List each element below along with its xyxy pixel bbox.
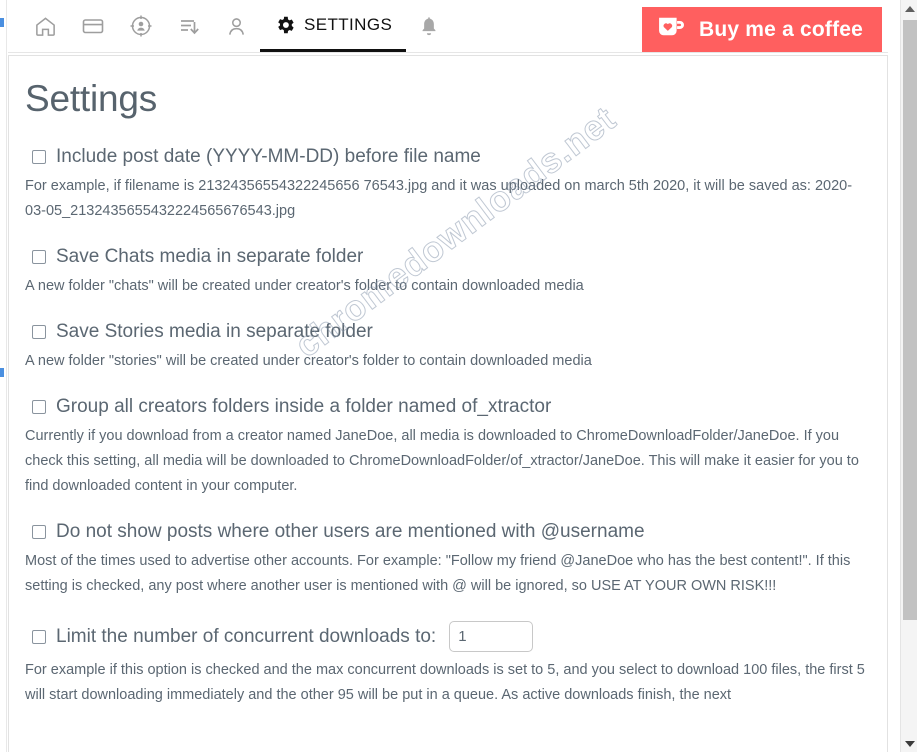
setting-description: A new folder "chats" will be created und…	[25, 278, 584, 294]
credit-card-icon	[81, 14, 105, 38]
nav-item-notifications[interactable]	[406, 0, 452, 52]
setting-description: A new folder "stories" will be created u…	[25, 353, 592, 369]
settings-option-list: Include post date (YYYY-MM-DD) before fi…	[9, 146, 887, 708]
setting-description: For example if this option is checked an…	[25, 662, 865, 703]
nav-item-settings[interactable]: SETTINGS	[260, 0, 407, 52]
checkbox-group-creators-folder[interactable]	[32, 400, 46, 414]
setting-label: Limit the number of concurrent downloads…	[56, 625, 437, 647]
setting-group-creators-folder: Group all creators folders inside a fold…	[25, 396, 871, 499]
buy-me-a-coffee-label: Buy me a coffee	[699, 17, 864, 41]
coffee-cup-heart-icon	[657, 15, 687, 44]
page-title: Settings	[25, 78, 158, 119]
nav-item-downloads[interactable]	[165, 0, 213, 52]
left-window-edge	[0, 0, 7, 752]
setting-header: Include post date (YYYY-MM-DD) before fi…	[25, 146, 871, 168]
nav-item-subscriptions[interactable]	[69, 0, 117, 52]
setting-header: Save Chats media in separate folder	[25, 246, 871, 268]
download-list-icon	[177, 14, 201, 38]
top-navbar: SETTINGS Buy me a coffee	[8, 0, 888, 53]
bell-icon	[418, 15, 440, 37]
target-user-icon	[129, 14, 153, 38]
setting-include-post-date: Include post date (YYYY-MM-DD) before fi…	[25, 146, 871, 224]
checkbox-hide-mention-posts[interactable]	[32, 525, 46, 539]
concurrent-downloads-input[interactable]	[449, 621, 534, 652]
setting-label: Save Stories media in separate folder	[56, 321, 373, 342]
nav-item-account[interactable]	[213, 0, 260, 52]
buy-me-a-coffee-button[interactable]: Buy me a coffee	[642, 7, 882, 52]
nav-item-settings-label: SETTINGS	[304, 14, 393, 34]
person-icon	[225, 15, 248, 38]
setting-limit-concurrent-downloads: Limit the number of concurrent downloads…	[25, 621, 871, 708]
setting-header: Save Stories media in separate folder	[25, 321, 871, 343]
settings-card: Settings Include post date (YYYY-MM-DD) …	[8, 55, 888, 752]
setting-label: Group all creators folders inside a fold…	[56, 396, 552, 417]
left-edge-marker	[0, 368, 4, 377]
setting-save-chats-separate: Save Chats media in separate folder A ne…	[25, 246, 871, 299]
setting-header: Do not show posts where other users are …	[25, 521, 871, 543]
scroll-down-arrow-icon[interactable]	[901, 735, 917, 752]
setting-description: For example, if filename is 213243565543…	[25, 178, 853, 219]
setting-description: Currently if you download from a creator…	[25, 428, 859, 494]
nav-item-creator-search[interactable]	[117, 0, 165, 52]
app-viewport: SETTINGS Buy me a coffee Settings Includ…	[0, 0, 917, 752]
setting-hide-mention-posts: Do not show posts where other users are …	[25, 521, 871, 599]
setting-save-stories-separate: Save Stories media in separate folder A …	[25, 321, 871, 374]
setting-label: Save Chats media in separate folder	[56, 246, 364, 267]
setting-header: Group all creators folders inside a fold…	[25, 396, 871, 418]
checkbox-save-stories-separate[interactable]	[32, 325, 46, 339]
checkbox-limit-concurrent-downloads[interactable]	[32, 629, 46, 644]
setting-label: Do not show posts where other users are …	[56, 521, 645, 542]
vertical-scrollbar[interactable]	[900, 0, 917, 752]
gear-icon	[274, 14, 296, 36]
left-edge-marker	[0, 18, 4, 27]
scroll-up-arrow-icon[interactable]	[901, 0, 917, 17]
nav-item-home[interactable]	[22, 0, 69, 52]
nav-item-list: SETTINGS	[22, 0, 452, 52]
checkbox-include-post-date[interactable]	[32, 150, 46, 164]
setting-description: Most of the times used to advertise othe…	[25, 553, 851, 594]
setting-header: Limit the number of concurrent downloads…	[25, 621, 871, 652]
home-icon	[34, 15, 57, 38]
setting-label: Include post date (YYYY-MM-DD) before fi…	[56, 146, 481, 167]
checkbox-save-chats-separate[interactable]	[32, 250, 46, 264]
scrollbar-thumb[interactable]	[903, 20, 917, 620]
